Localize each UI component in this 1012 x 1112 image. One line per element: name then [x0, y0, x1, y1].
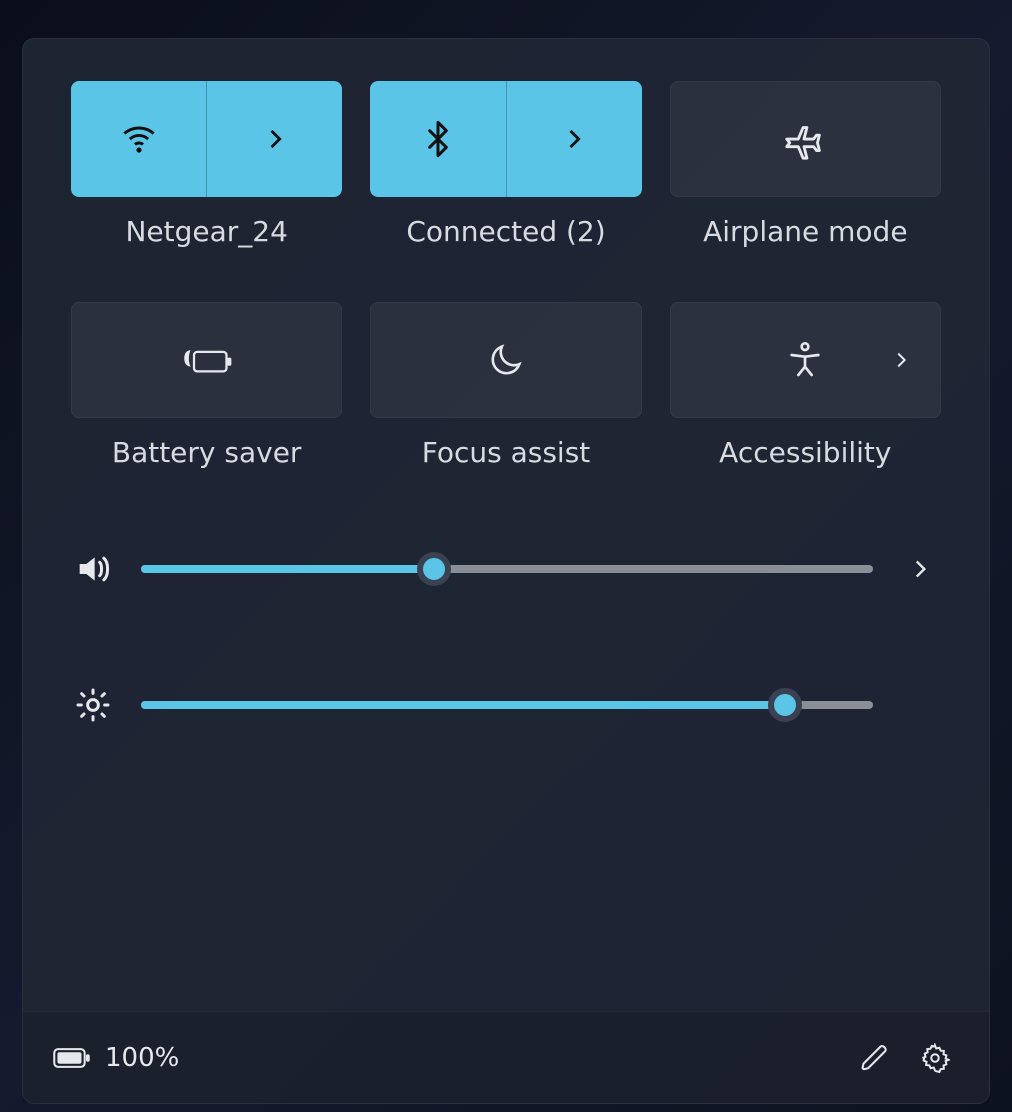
bluetooth-icon	[418, 119, 458, 159]
battery-saver-icon	[181, 340, 233, 380]
bluetooth-expand[interactable]	[507, 81, 642, 197]
battery-saver-tile-wrap: Battery saver	[71, 302, 342, 469]
wifi-tile	[71, 81, 342, 197]
pencil-icon	[860, 1043, 890, 1073]
airplane-toggle[interactable]	[670, 81, 941, 197]
wifi-icon	[117, 117, 161, 161]
accessibility-icon	[785, 340, 825, 380]
wifi-tile-wrap: Netgear_24	[71, 81, 342, 248]
volume-slider[interactable]	[141, 554, 873, 584]
airplane-tile-wrap: Airplane mode	[670, 81, 941, 248]
volume-track-fill	[141, 565, 434, 573]
volume-thumb[interactable]	[417, 552, 451, 586]
sliders-section	[23, 469, 989, 765]
brightness-icon[interactable]	[71, 685, 115, 725]
wifi-label: Netgear_24	[71, 215, 342, 248]
wifi-toggle[interactable]	[71, 81, 207, 197]
settings-button[interactable]	[911, 1034, 959, 1082]
battery-saver-toggle[interactable]	[71, 302, 342, 418]
airplane-label: Airplane mode	[670, 215, 941, 248]
battery-icon	[53, 1045, 91, 1071]
chevron-right-icon	[890, 349, 912, 371]
accessibility-tile-wrap: Accessibility	[670, 302, 941, 469]
volume-icon[interactable]	[71, 549, 115, 589]
brightness-track-fill	[141, 701, 785, 709]
chevron-right-icon	[261, 125, 289, 153]
focus-assist-tile-wrap: Focus assist	[370, 302, 641, 469]
battery-saver-label: Battery saver	[71, 436, 342, 469]
bluetooth-tile-wrap: Connected (2)	[370, 81, 641, 248]
volume-expand[interactable]	[899, 556, 941, 582]
focus-assist-toggle[interactable]	[370, 302, 641, 418]
wifi-expand[interactable]	[207, 81, 342, 197]
accessibility-toggle[interactable]	[670, 302, 941, 418]
bluetooth-toggle[interactable]	[370, 81, 506, 197]
bluetooth-tile	[370, 81, 641, 197]
focus-assist-label: Focus assist	[370, 436, 641, 469]
gear-icon	[920, 1043, 950, 1073]
chevron-right-icon	[907, 556, 933, 582]
moon-icon	[486, 340, 526, 380]
brightness-row	[71, 685, 941, 725]
bluetooth-label: Connected (2)	[370, 215, 641, 248]
quick-settings-footer: 100%	[23, 1011, 989, 1103]
battery-percent-label: 100%	[105, 1043, 179, 1073]
quick-settings-grid: Netgear_24 Connected (2)	[23, 39, 989, 469]
edit-quick-settings-button[interactable]	[851, 1034, 899, 1082]
quick-settings-panel: Netgear_24 Connected (2)	[22, 38, 990, 1104]
accessibility-label: Accessibility	[670, 436, 941, 469]
brightness-thumb[interactable]	[768, 688, 802, 722]
airplane-icon	[782, 116, 828, 162]
brightness-slider[interactable]	[141, 690, 873, 720]
volume-row	[71, 549, 941, 589]
chevron-right-icon	[560, 125, 588, 153]
